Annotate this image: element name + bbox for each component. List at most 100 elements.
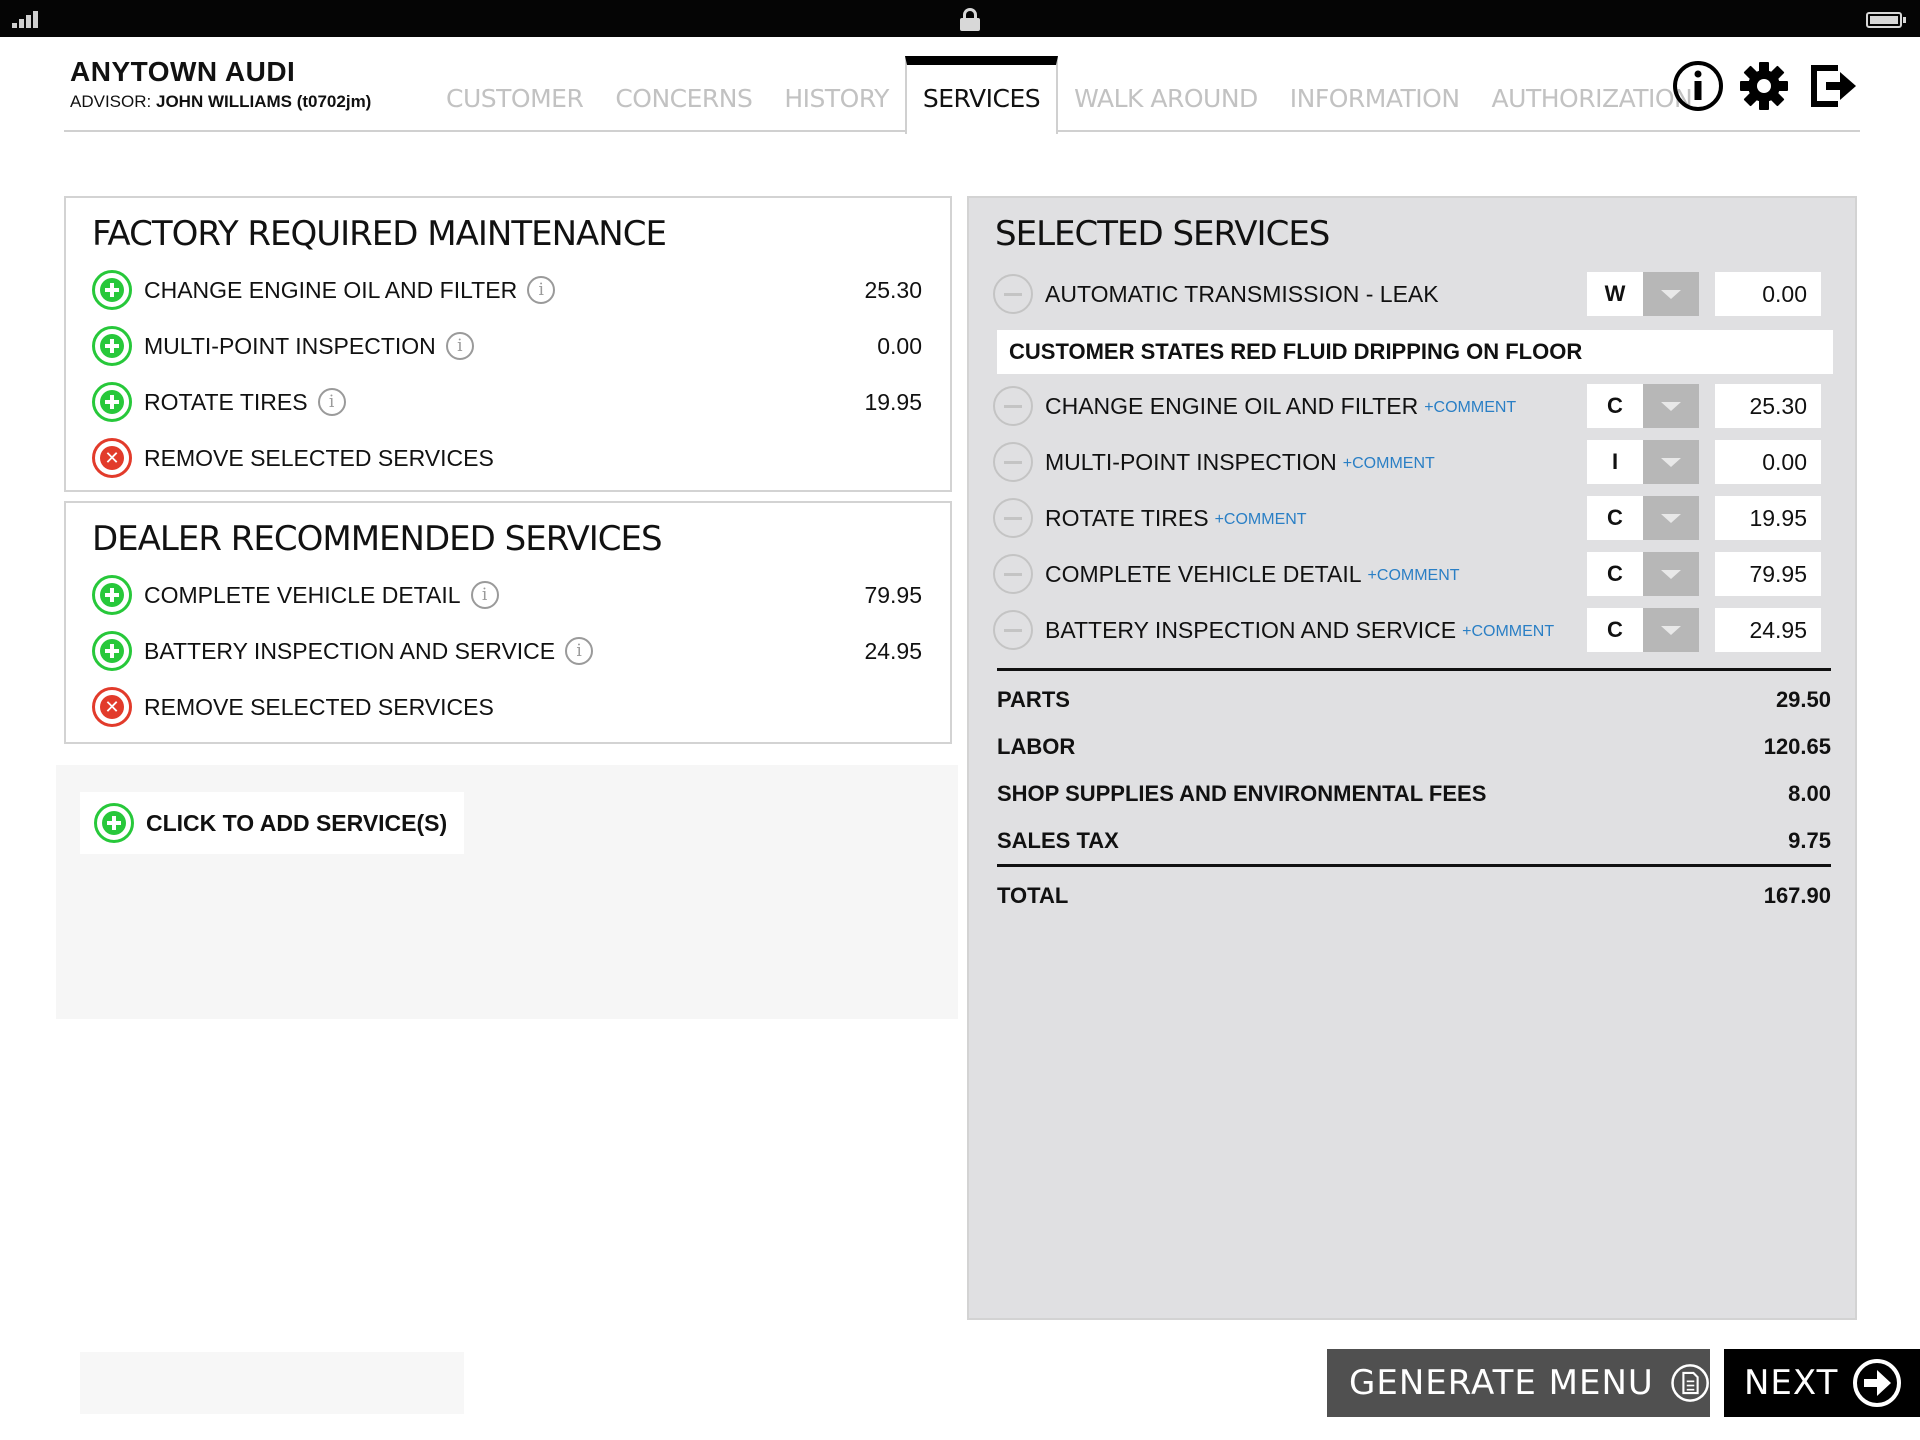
tab-walk-around[interactable]: WALK AROUND — [1058, 56, 1274, 132]
service-price: 19.95 — [864, 388, 922, 415]
total-label: PARTS — [997, 687, 1070, 712]
tab-history[interactable]: HISTORY — [768, 56, 905, 132]
dealer-item-battery: BATTERY INSPECTION AND SERVICE i 24.95 — [92, 629, 922, 673]
grand-total-label: TOTAL — [997, 883, 1069, 908]
concern-note: CUSTOMER STATES RED FLUID DRIPPING ON FL… — [997, 330, 1833, 374]
add-service-button[interactable]: CLICK TO ADD SERVICE(S) — [80, 792, 464, 854]
service-code: W — [1587, 272, 1643, 316]
code-dropdown[interactable] — [1643, 552, 1699, 596]
factory-maintenance-panel: FACTORY REQUIRED MAINTENANCE CHANGE ENGI… — [64, 196, 952, 492]
remove-icon[interactable]: ✕ — [92, 438, 132, 478]
selected-concern-row: AUTOMATIC TRANSMISSION - LEAK W 0.00 — [993, 272, 1833, 316]
service-price: 0.00 — [877, 332, 922, 359]
dealer-name: ANYTOWN AUDI — [70, 56, 296, 87]
tab-customer[interactable]: CUSTOMER — [430, 56, 599, 132]
total-value: 8.00 — [1788, 781, 1831, 806]
service-label: ROTATE TIRES — [144, 388, 308, 415]
code-dropdown[interactable] — [1643, 272, 1699, 316]
total-value: 120.65 — [1763, 734, 1831, 759]
chevron-down-icon — [1661, 513, 1681, 523]
remove-service-icon[interactable] — [993, 610, 1033, 650]
dealer-item-detail: COMPLETE VEHICLE DETAIL i 79.95 — [92, 573, 922, 617]
add-icon[interactable] — [92, 631, 132, 671]
code-dropdown[interactable] — [1643, 384, 1699, 428]
service-label: CHANGE ENGINE OIL AND FILTER — [144, 276, 518, 303]
code-dropdown[interactable] — [1643, 608, 1699, 652]
document-icon — [1671, 1364, 1709, 1402]
selected-service-label: MULTI-POINT INSPECTION — [1045, 448, 1337, 475]
factory-remove-selected[interactable]: ✕ REMOVE SELECTED SERVICES — [92, 436, 922, 480]
price-field[interactable]: 79.95 — [1715, 552, 1821, 596]
dealer-remove-selected[interactable]: ✕ REMOVE SELECTED SERVICES — [92, 685, 922, 729]
service-price: 79.95 — [864, 581, 922, 608]
add-comment-link[interactable]: +COMMENT — [1343, 455, 1435, 473]
info-icon[interactable]: i — [470, 581, 499, 609]
total-row-parts: PARTS 29.50 — [997, 682, 1831, 718]
selected-service-label: CHANGE ENGINE OIL AND FILTER — [1045, 392, 1419, 419]
add-icon[interactable] — [92, 326, 132, 366]
info-icon[interactable] — [1672, 60, 1724, 112]
total-row-labor: LABOR 120.65 — [997, 729, 1831, 765]
add-comment-link[interactable]: +COMMENT — [1215, 511, 1307, 529]
info-icon[interactable]: i — [317, 388, 346, 416]
info-icon[interactable]: i — [527, 276, 556, 304]
next-button[interactable]: NEXT — [1724, 1349, 1920, 1417]
chevron-down-icon — [1661, 569, 1681, 579]
dealer-title: DEALER RECOMMENDED SERVICES — [92, 519, 663, 559]
advisor-prefix: ADVISOR: — [70, 92, 152, 111]
logout-icon[interactable] — [1808, 60, 1860, 112]
tab-concerns[interactable]: CONCERNS — [599, 56, 768, 132]
factory-item-inspection: MULTI-POINT INSPECTION i 0.00 — [92, 324, 922, 368]
footer-placeholder — [80, 1352, 464, 1414]
remove-label: REMOVE SELECTED SERVICES — [144, 693, 494, 720]
remove-service-icon[interactable] — [993, 442, 1033, 482]
selected-service-label: ROTATE TIRES — [1045, 504, 1209, 531]
service-code: C — [1587, 384, 1643, 428]
add-icon[interactable] — [92, 270, 132, 310]
info-icon[interactable]: i — [445, 332, 474, 360]
price-field[interactable]: 0.00 — [1715, 440, 1821, 484]
add-icon[interactable] — [92, 382, 132, 422]
total-row-sales-tax: SALES TAX 9.75 — [997, 823, 1831, 859]
add-comment-link[interactable]: +COMMENT — [1462, 623, 1554, 641]
chevron-down-icon — [1661, 457, 1681, 467]
code-dropdown[interactable] — [1643, 496, 1699, 540]
remove-service-icon[interactable] — [993, 498, 1033, 538]
totals-divider — [997, 668, 1831, 671]
add-comment-link[interactable]: +COMMENT — [1368, 567, 1460, 585]
signal-icon — [12, 10, 44, 28]
service-code: C — [1587, 496, 1643, 540]
remove-label: REMOVE SELECTED SERVICES — [144, 444, 494, 471]
price-field[interactable]: 0.00 — [1715, 272, 1821, 316]
add-service-label: CLICK TO ADD SERVICE(S) — [146, 809, 448, 836]
add-comment-link[interactable]: +COMMENT — [1424, 399, 1516, 417]
total-label: SHOP SUPPLIES AND ENVIRONMENTAL FEES — [997, 781, 1487, 806]
info-icon[interactable]: i — [565, 637, 594, 665]
remove-icon[interactable]: ✕ — [92, 687, 132, 727]
add-icon[interactable] — [92, 575, 132, 615]
tab-services[interactable]: SERVICES — [904, 56, 1059, 134]
total-label: LABOR — [997, 734, 1076, 759]
remove-service-icon[interactable] — [993, 554, 1033, 594]
total-label: SALES TAX — [997, 828, 1119, 853]
price-field[interactable]: 24.95 — [1715, 608, 1821, 652]
code-dropdown[interactable] — [1643, 440, 1699, 484]
selected-services-panel: SELECTED SERVICES AUTOMATIC TRANSMISSION… — [967, 196, 1857, 1320]
generate-menu-label: GENERATE MENU — [1349, 1363, 1654, 1403]
price-field[interactable]: 25.30 — [1715, 384, 1821, 428]
grand-total-divider — [997, 864, 1831, 867]
service-price: 25.30 — [864, 276, 922, 303]
dealer-recommended-panel: DEALER RECOMMENDED SERVICES COMPLETE VEH… — [64, 501, 952, 744]
generate-menu-button[interactable]: GENERATE MENU — [1327, 1349, 1710, 1417]
gear-icon[interactable] — [1738, 60, 1790, 112]
grand-total-value: 167.90 — [1763, 883, 1831, 908]
tab-information[interactable]: INFORMATION — [1274, 56, 1476, 132]
service-label: BATTERY INSPECTION AND SERVICE — [144, 637, 556, 664]
remove-service-icon[interactable] — [993, 274, 1033, 314]
selected-row-tires: ROTATE TIRES +COMMENT C 19.95 — [993, 496, 1833, 540]
status-bar — [0, 0, 1920, 37]
remove-service-icon[interactable] — [993, 386, 1033, 426]
price-field[interactable]: 19.95 — [1715, 496, 1821, 540]
factory-item-oil: CHANGE ENGINE OIL AND FILTER i 25.30 — [92, 268, 922, 312]
selected-row-battery: BATTERY INSPECTION AND SERVICE +COMMENT … — [993, 608, 1833, 652]
